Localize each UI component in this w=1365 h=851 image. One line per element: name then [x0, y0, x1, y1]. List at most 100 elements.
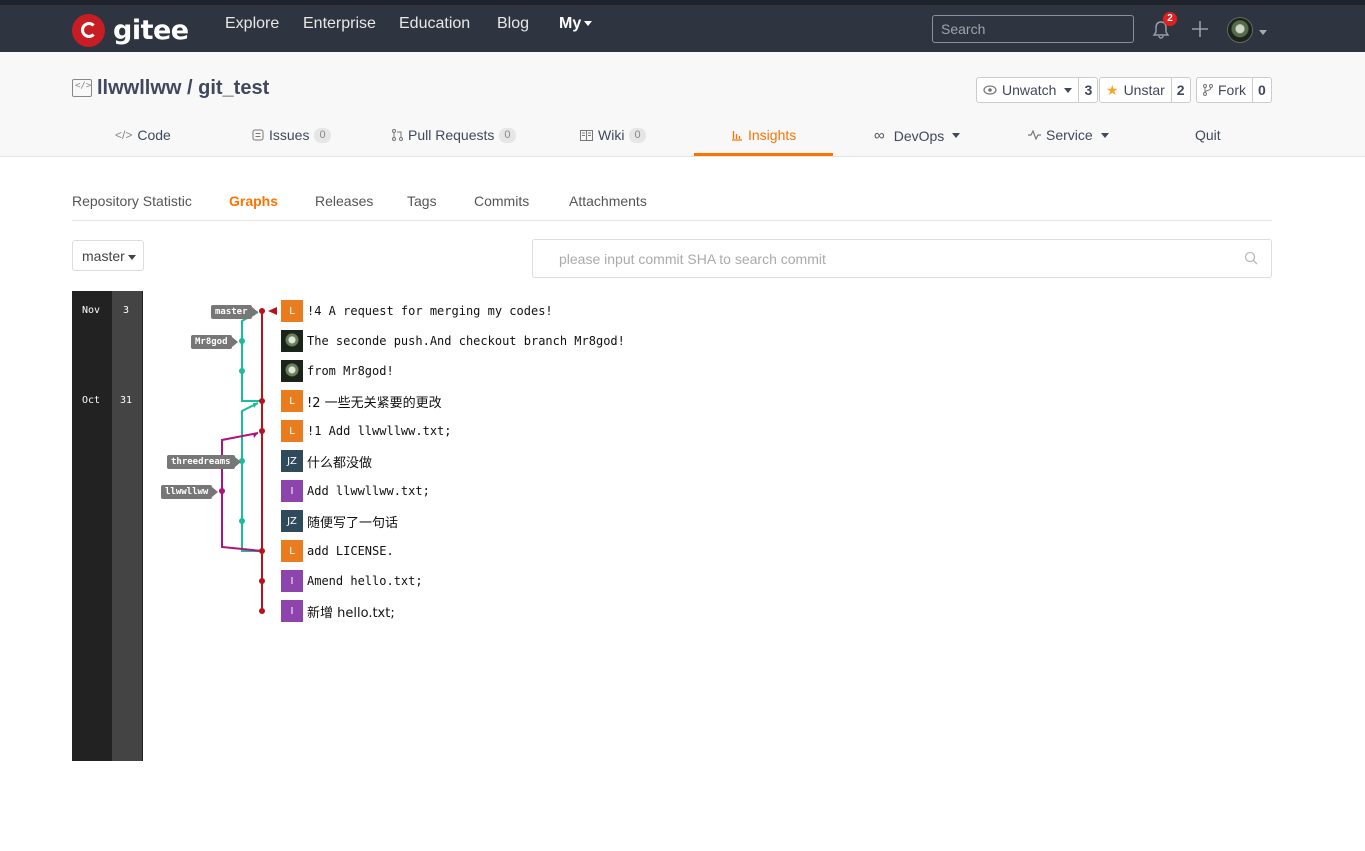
gitee-logo[interactable]: gitee [72, 13, 189, 47]
nav-my-label: My [559, 15, 582, 32]
avatar-chevron-down-icon[interactable] [1259, 30, 1267, 35]
logo-text: gitee [113, 14, 189, 46]
issues-icon [252, 129, 264, 141]
star-count[interactable]: 2 [1172, 78, 1190, 102]
repo-title[interactable]: llwwllww / git_test [97, 77, 269, 100]
branch-select[interactable]: master [72, 240, 144, 271]
tab-devops-label: DevOps [893, 127, 945, 144]
search-input[interactable] [932, 15, 1134, 43]
tab-code[interactable]: </> Code [115, 127, 171, 143]
commit-message[interactable]: !4 A request for merging my codes! [307, 304, 553, 318]
fork-button[interactable]: Fork 0 [1196, 77, 1272, 103]
commit-author-avatar[interactable]: L [281, 390, 303, 412]
commit-message[interactable]: from Mr8god! [307, 364, 394, 378]
commit-row[interactable]: JZ 随便写了一句话 [281, 510, 398, 532]
plus-icon[interactable] [1190, 19, 1210, 39]
commit-row[interactable]: L !2 一些无关紧要的更改 [281, 390, 442, 412]
search-icon[interactable] [1244, 251, 1258, 265]
branch-label-mr8god[interactable]: Mr8god [191, 335, 237, 349]
commit-author-avatar[interactable]: JZ [281, 450, 303, 472]
nav-blog[interactable]: Blog [497, 15, 529, 33]
nav-enterprise[interactable]: Enterprise [303, 15, 376, 33]
commit-message[interactable]: !1 Add llwwllww.txt; [307, 424, 452, 438]
bar-chart-icon [732, 131, 742, 141]
tab-pull-requests-label: Pull Requests [408, 127, 495, 143]
nav-my-menu[interactable]: My [559, 15, 593, 33]
commit-author-avatar[interactable]: L [281, 540, 303, 562]
star-button[interactable]: ★ Unstar 2 [1099, 77, 1191, 103]
commit-message[interactable]: Add llwwllww.txt; [307, 484, 430, 498]
tab-code-label: Code [137, 127, 171, 143]
repo-header: llwwllww / git_test Unwatch 3 ★Unstar 2 … [0, 52, 1365, 157]
commit-row[interactable]: from Mr8god! [281, 360, 394, 382]
commit-author-avatar[interactable] [281, 330, 303, 352]
commit-author-avatar[interactable]: L [281, 420, 303, 442]
commit-author-avatar[interactable]: I [281, 600, 303, 622]
branch-label-llwwllww[interactable]: llwwllww [161, 485, 219, 499]
pull-request-icon [392, 129, 403, 141]
star-label: Unstar [1123, 82, 1165, 98]
tab-pull-requests[interactable]: Pull Requests 0 [392, 127, 516, 143]
watch-label: Unwatch [1002, 82, 1057, 98]
tab-wiki[interactable]: Wiki 0 [580, 127, 646, 143]
fork-count[interactable]: 0 [1253, 78, 1271, 102]
subtab-attachments[interactable]: Attachments [569, 193, 647, 209]
subtab-graphs[interactable]: Graphs [229, 193, 278, 209]
commit-row[interactable]: I 新增 hello.txt; [281, 600, 395, 622]
tab-issues[interactable]: Issues 0 [252, 127, 331, 143]
subtab-repository-statistic[interactable]: Repository Statistic [72, 193, 192, 209]
commit-row[interactable]: Ladd LICENSE. [281, 540, 394, 562]
tab-service[interactable]: Service [1028, 127, 1109, 143]
branch-label-threedreams[interactable]: threedreams [167, 455, 241, 469]
tab-insights[interactable]: Insights [731, 127, 796, 143]
tab-issues-label: Issues [269, 127, 310, 143]
watch-button[interactable]: Unwatch 3 [976, 77, 1099, 103]
month-column [72, 291, 112, 761]
subtab-tags[interactable]: Tags [407, 193, 437, 209]
commit-message[interactable]: 什么都没做 [307, 452, 372, 471]
commit-message[interactable]: 随便写了一句话 [307, 512, 398, 531]
nav-education[interactable]: Education [399, 15, 470, 33]
wiki-count: 0 [629, 127, 646, 143]
commit-row[interactable]: L !4 A request for merging my codes! [281, 300, 553, 322]
commit-author-avatar[interactable]: L [281, 300, 303, 322]
chevron-down-icon [952, 133, 961, 138]
commit-author-avatar[interactable]: I [281, 480, 303, 502]
issues-count: 0 [314, 127, 331, 143]
infinity-icon: ∞ [874, 127, 885, 144]
subtab-commits[interactable]: Commits [474, 193, 529, 209]
watch-count[interactable]: 3 [1079, 78, 1097, 102]
chevron-down-icon [1100, 132, 1109, 138]
commit-row[interactable]: L !1 Add llwwllww.txt; [281, 420, 452, 442]
star-icon: ★ [1106, 81, 1119, 98]
branch-label-master[interactable]: master [211, 305, 257, 319]
tab-wiki-label: Wiki [598, 127, 625, 143]
commit-row[interactable]: The seconde push.And checkout branch Mr8… [281, 330, 625, 352]
subtab-releases[interactable]: Releases [315, 193, 373, 209]
commit-message[interactable]: Amend hello.txt; [307, 574, 423, 588]
commit-message[interactable]: The seconde push.And checkout branch Mr8… [307, 334, 625, 348]
nav-explore[interactable]: Explore [225, 15, 279, 33]
chevron-down-icon [127, 254, 136, 260]
commit-row[interactable]: I Amend hello.txt; [281, 570, 423, 592]
tab-devops[interactable]: ∞ DevOps [874, 127, 961, 144]
commit-author-avatar[interactable]: I [281, 570, 303, 592]
pulse-icon [1028, 130, 1041, 140]
commit-row[interactable]: JZ 什么都没做 [281, 450, 372, 472]
day-column [112, 291, 143, 761]
commit-message[interactable]: 新增 hello.txt; [307, 602, 395, 621]
commit-sha-search-input[interactable] [532, 239, 1272, 278]
commit-message[interactable]: add LICENSE. [307, 544, 394, 558]
user-avatar[interactable] [1227, 17, 1253, 43]
gitee-logo-icon [72, 13, 105, 47]
commit-author-avatar[interactable] [281, 360, 303, 382]
chevron-down-icon [584, 21, 593, 27]
tab-quit[interactable]: Quit [1195, 127, 1221, 143]
fork-icon [1203, 84, 1213, 96]
tab-insights-label: Insights [748, 127, 797, 143]
commit-message[interactable]: !2 一些无关紧要的更改 [307, 392, 442, 411]
commit-row[interactable]: I Add llwwllww.txt; [281, 480, 430, 502]
commit-author-avatar[interactable]: JZ [281, 510, 303, 532]
day-label: 3 [123, 305, 130, 316]
tab-service-label: Service [1046, 127, 1093, 143]
